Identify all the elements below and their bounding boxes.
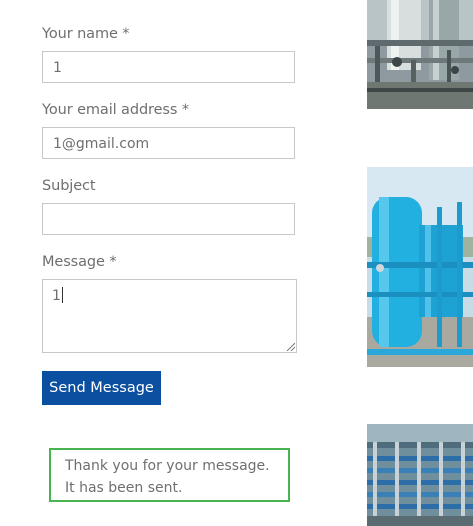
name-label: Your name *	[42, 26, 130, 42]
email-input[interactable]: 1@gmail.com	[42, 127, 295, 159]
text-caret	[61, 287, 63, 303]
membrane-filtration-plant-photo	[367, 424, 473, 526]
subject-label: Subject	[42, 178, 96, 194]
success-notice: Thank you for your message. It has been …	[49, 448, 290, 502]
blue-water-treatment-tank-photo	[367, 167, 473, 367]
email-label: Your email address *	[42, 102, 189, 118]
contact-form: Your name * 1 Your email address * 1@gma…	[0, 0, 340, 526]
message-textarea[interactable]: 1	[42, 279, 297, 353]
name-input[interactable]: 1	[42, 51, 295, 83]
resize-handle-icon[interactable]	[286, 342, 295, 351]
message-text: 1	[52, 288, 61, 304]
message-label: Message *	[42, 254, 117, 270]
send-message-button[interactable]: Send Message	[42, 371, 161, 405]
industrial-pipes-photo	[367, 0, 473, 109]
subject-input[interactable]	[42, 203, 295, 235]
